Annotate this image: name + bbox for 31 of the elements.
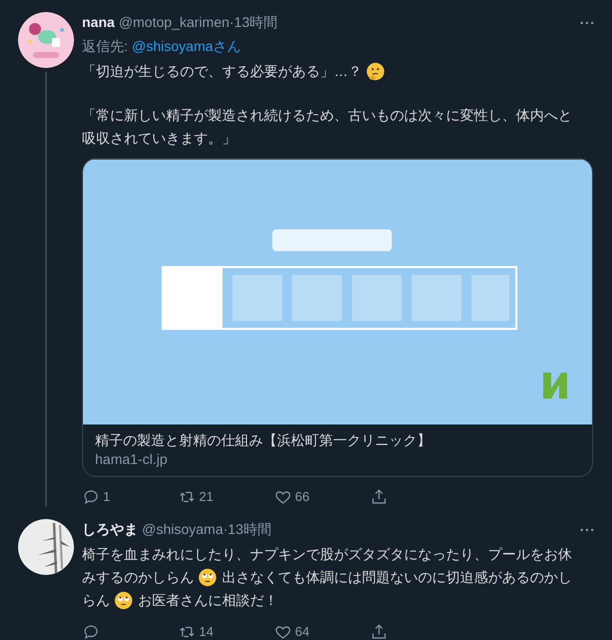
- link-card[interactable]: 精子の製造と射精の仕組み【浜松町第一クリニック】 hama1-cl.jp: [82, 158, 593, 477]
- like-count: 66: [295, 488, 310, 506]
- user-handle[interactable]: @motop_karimen: [118, 12, 230, 32]
- tweet-text: 椅子を血まみれにしたり、ナプキンで股がズタズタになったり、プールをお休: [82, 545, 572, 564]
- tweet-text: らん: [82, 591, 110, 610]
- thinking-emoji-icon: [366, 62, 385, 81]
- tweet-text: 「常に新しい精子が製造され続けるため、古いものは次々に変性し、体内へと: [82, 106, 572, 125]
- tweet-text: 出さなくても体調には問題ないのに切迫感があるのかし: [222, 568, 572, 587]
- timestamp[interactable]: ·13時間: [223, 519, 272, 539]
- share-icon[interactable]: [370, 488, 388, 506]
- reply-label: 返信先:: [82, 37, 128, 56]
- speech-bubble-icon[interactable]: [82, 488, 100, 506]
- user-name[interactable]: nana: [82, 12, 115, 32]
- share-icon[interactable]: [370, 623, 388, 640]
- eye-roll-emoji-icon: [114, 591, 133, 610]
- user-name[interactable]: しろやま: [82, 519, 138, 539]
- speech-bubble-icon[interactable]: [82, 623, 100, 640]
- like-count: 64: [295, 623, 310, 640]
- retweet-count: 21: [199, 488, 214, 506]
- tweet-text: お医者さんに相談だ！: [138, 591, 278, 610]
- tweet-text: みするのかしらん: [82, 568, 194, 587]
- retweet-count: 14: [199, 623, 214, 640]
- card-title: 精子の製造と射精の仕組み【浜松町第一クリニック】: [95, 431, 432, 450]
- mention-link[interactable]: @shisoyamaさん: [132, 36, 242, 56]
- timestamp[interactable]: ·13時間: [229, 12, 278, 32]
- tweet-text: 「切迫が生じるので、する必要がある」…？: [82, 62, 362, 81]
- tweet-text: 吸収されていきます。」: [82, 129, 236, 148]
- card-domain: hama1-cl.jp: [95, 450, 168, 469]
- reply-count: 1: [103, 488, 110, 506]
- eye-roll-emoji-icon: [198, 568, 217, 587]
- user-handle[interactable]: @shisoyama: [142, 519, 224, 539]
